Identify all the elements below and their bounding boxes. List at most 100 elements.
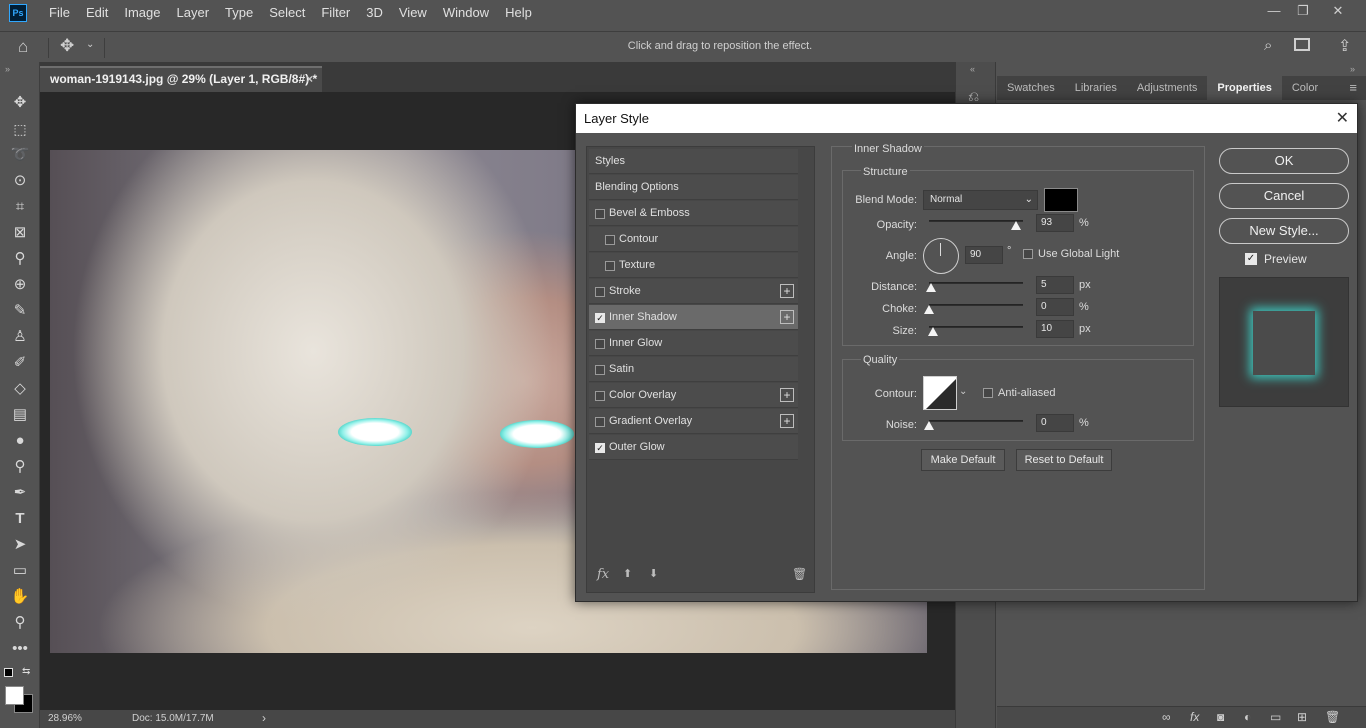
style-item-satin[interactable]: Satin — [589, 357, 798, 382]
frame-icon[interactable]: ⊠ — [8, 222, 32, 244]
chevron-down-icon[interactable]: ⌄ — [959, 386, 967, 397]
close-icon[interactable]: ✕ — [1336, 104, 1349, 133]
default-colors-icon[interactable] — [4, 668, 13, 677]
style-item-bevel-emboss[interactable]: Bevel & Emboss — [589, 201, 798, 226]
style-item-inner-shadow[interactable]: ✓ Inner Shadow + — [589, 305, 798, 330]
expand-icon[interactable]: « — [970, 64, 975, 74]
more-tools-icon[interactable]: ••• — [8, 638, 32, 660]
stamp-icon[interactable]: ♙ — [8, 326, 32, 348]
move-down-icon[interactable]: ⬇ — [649, 567, 658, 580]
menu-select[interactable]: Select — [261, 0, 313, 26]
fx-menu-icon[interactable]: fx — [597, 567, 609, 582]
close-window-button[interactable]: ✕ — [1323, 0, 1353, 22]
style-checkbox[interactable]: ✓ — [595, 313, 605, 323]
style-item-inner-glow[interactable]: Inner Glow — [589, 331, 798, 356]
hand-icon[interactable]: ✋ — [8, 586, 32, 608]
tab-swatches[interactable]: Swatches — [997, 76, 1065, 100]
blur-icon[interactable]: ● — [8, 430, 32, 452]
style-item-color-overlay[interactable]: Color Overlay + — [589, 383, 798, 408]
workspace-icon[interactable] — [1294, 38, 1310, 51]
swap-colors-icon[interactable]: ⇆ — [22, 666, 30, 677]
style-item-texture[interactable]: Texture — [589, 253, 798, 278]
style-checkbox[interactable] — [595, 417, 605, 427]
eyedropper-icon[interactable]: ⚲ — [8, 248, 32, 270]
add-effect-icon[interactable]: + — [780, 284, 794, 298]
contour-picker[interactable] — [923, 376, 957, 410]
size-input[interactable]: 10 — [1036, 320, 1074, 338]
preview-checkbox[interactable]: ✓ — [1245, 253, 1257, 265]
style-item-stroke[interactable]: Stroke + — [589, 279, 798, 304]
choke-input[interactable]: 0 — [1036, 298, 1074, 316]
share-icon[interactable]: ⇪ — [1338, 36, 1351, 56]
gradient-icon[interactable]: ▤ — [8, 404, 32, 426]
style-checkbox[interactable] — [605, 235, 615, 245]
noise-input[interactable]: 0 — [1036, 414, 1074, 432]
blend-mode-select[interactable]: Normal ⌄ — [923, 190, 1038, 210]
opacity-slider-thumb[interactable] — [1011, 221, 1022, 230]
reset-to-default-button[interactable]: Reset to Default — [1016, 449, 1112, 471]
move-icon[interactable]: ✥ — [8, 92, 32, 114]
style-item-styles[interactable]: Styles — [589, 149, 798, 174]
zoom-icon[interactable]: ⚲ — [8, 612, 32, 634]
type-tool-icon[interactable]: T — [8, 508, 32, 530]
link-icon[interactable]: ∞ — [1162, 710, 1171, 724]
mask-icon[interactable]: ◙ — [1217, 710, 1224, 724]
menu-help[interactable]: Help — [497, 0, 540, 26]
menu-edit[interactable]: Edit — [78, 0, 116, 26]
lasso-icon[interactable]: ➰ — [8, 144, 32, 166]
add-effect-icon[interactable]: + — [780, 388, 794, 402]
foreground-color-swatch[interactable] — [5, 686, 24, 705]
marquee-icon[interactable]: ⬚ — [8, 118, 32, 140]
style-item-gradient-overlay[interactable]: Gradient Overlay + — [589, 409, 798, 434]
noise-slider[interactable] — [929, 420, 1023, 422]
new-style-button[interactable]: New Style... — [1219, 218, 1349, 244]
angle-dial[interactable] — [923, 238, 959, 274]
zoom-level[interactable]: 28.96% — [48, 713, 82, 724]
noise-slider-thumb[interactable] — [924, 421, 934, 430]
collapse-icon[interactable]: » — [5, 64, 10, 74]
style-item-blending-options[interactable]: Blending Options — [589, 175, 798, 200]
style-checkbox[interactable]: ✓ — [595, 443, 605, 453]
style-item-outer-glow[interactable]: ✓ Outer Glow — [589, 435, 798, 460]
healing-brush-icon[interactable]: ⊕ — [8, 274, 32, 296]
ok-button[interactable]: OK — [1219, 148, 1349, 174]
collapse-dock-icon[interactable]: » — [1350, 64, 1355, 74]
search-icon[interactable]: ⌕ — [1264, 37, 1272, 54]
group-icon[interactable]: ▭ — [1270, 710, 1281, 724]
opacity-input[interactable]: 93 — [1036, 214, 1074, 232]
menu-window[interactable]: Window — [435, 0, 497, 26]
make-default-button[interactable]: Make Default — [921, 449, 1005, 471]
style-checkbox[interactable] — [595, 365, 605, 375]
size-slider-thumb[interactable] — [927, 327, 938, 336]
path-select-icon[interactable]: ➤ — [8, 534, 32, 556]
style-checkbox[interactable] — [595, 339, 605, 349]
style-checkbox[interactable] — [605, 261, 615, 271]
close-tab-icon[interactable]: × — [306, 72, 313, 86]
new-layer-icon[interactable]: ⊞ — [1297, 710, 1307, 724]
restore-button[interactable]: ❐ — [1288, 0, 1318, 22]
minimize-button[interactable]: — — [1259, 0, 1289, 22]
style-checkbox[interactable] — [595, 391, 605, 401]
distance-slider-thumb[interactable] — [925, 283, 936, 292]
crop-icon[interactable]: ⌗ — [8, 196, 32, 218]
document-tab[interactable]: woman-1919143.jpg @ 29% (Layer 1, RGB/8#… — [40, 66, 322, 92]
rectangle-icon[interactable]: ▭ — [8, 560, 32, 582]
quick-select-icon[interactable]: ⊙ — [8, 170, 32, 192]
opacity-slider[interactable] — [929, 220, 1023, 222]
history-brush-icon[interactable]: ✐ — [8, 352, 32, 374]
menu-filter[interactable]: Filter — [313, 0, 358, 26]
style-item-contour[interactable]: Contour — [589, 227, 798, 252]
tab-adjustments[interactable]: Adjustments — [1127, 76, 1208, 100]
move-up-icon[interactable]: ⬆ — [623, 567, 632, 580]
style-checkbox[interactable] — [595, 209, 605, 219]
tab-color[interactable]: Color — [1282, 76, 1328, 100]
shadow-color-swatch[interactable] — [1044, 188, 1078, 212]
pen-icon[interactable]: ✒ — [8, 482, 32, 504]
tab-libraries[interactable]: Libraries — [1065, 76, 1127, 100]
menu-type[interactable]: Type — [217, 0, 261, 26]
add-effect-icon[interactable]: + — [780, 414, 794, 428]
cancel-button[interactable]: Cancel — [1219, 183, 1349, 209]
status-menu-arrow[interactable]: › — [262, 711, 266, 725]
brush-icon[interactable]: ✎ — [8, 300, 32, 322]
panel-menu-icon[interactable]: ≡ — [1339, 76, 1366, 100]
